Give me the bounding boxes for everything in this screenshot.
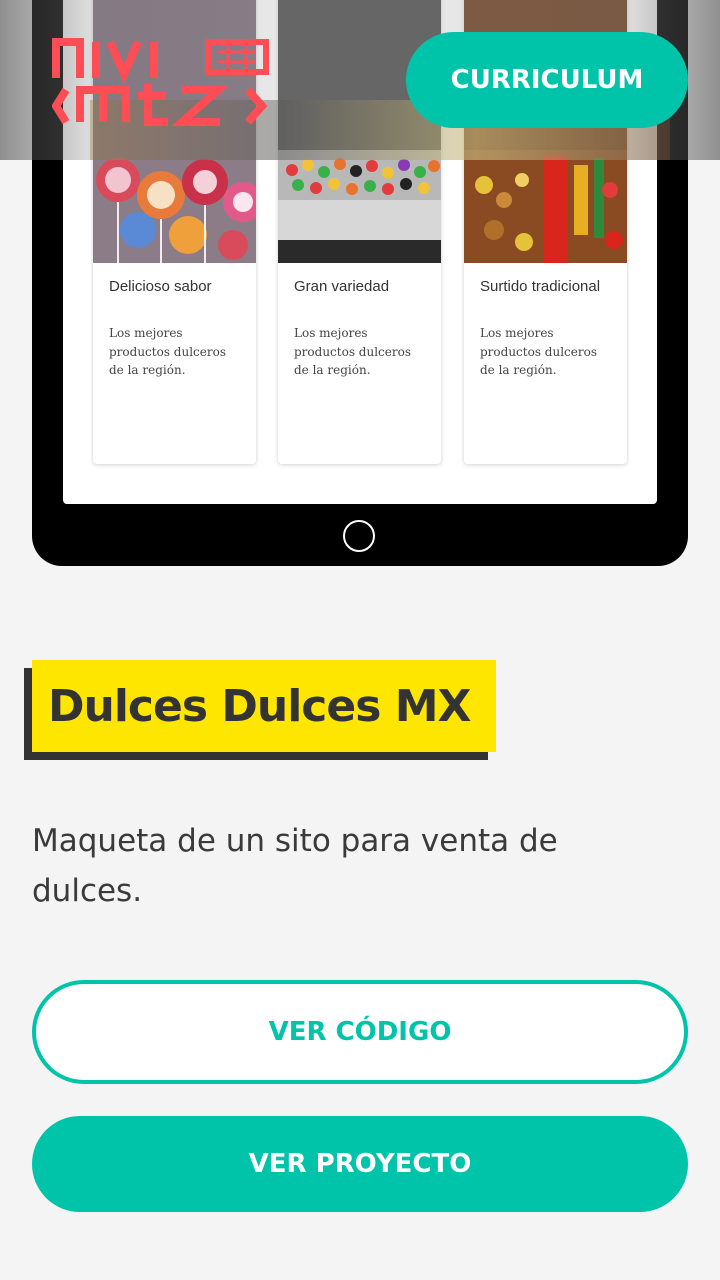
view-code-button[interactable]: VER CÓDIGO [32, 980, 688, 1084]
card-text: Los mejores productos dulceros de la reg… [294, 326, 411, 377]
curriculum-button[interactable]: CURRICULUM [406, 32, 688, 128]
project-description: Maqueta de un sito para venta de dulces. [32, 823, 558, 909]
site-header: CURRICULUM [0, 0, 720, 160]
card-title: Surtido tradicional [480, 278, 601, 295]
view-project-button[interactable]: VER PROYECTO [32, 1116, 688, 1212]
card-title: Gran variedad [294, 278, 390, 295]
project-title: Dulces Dulces MX [48, 680, 471, 732]
card-title: Delicioso sabor [109, 278, 212, 295]
card-text: Los mejores productos dulceros de la reg… [109, 326, 226, 377]
home-button [343, 520, 375, 552]
title-highlight: Dulces Dulces MX [32, 660, 496, 752]
card-text: Los mejores productos dulceros de la reg… [480, 326, 597, 377]
project-title-block: Dulces Dulces MX [24, 660, 496, 760]
logo[interactable] [51, 36, 270, 126]
